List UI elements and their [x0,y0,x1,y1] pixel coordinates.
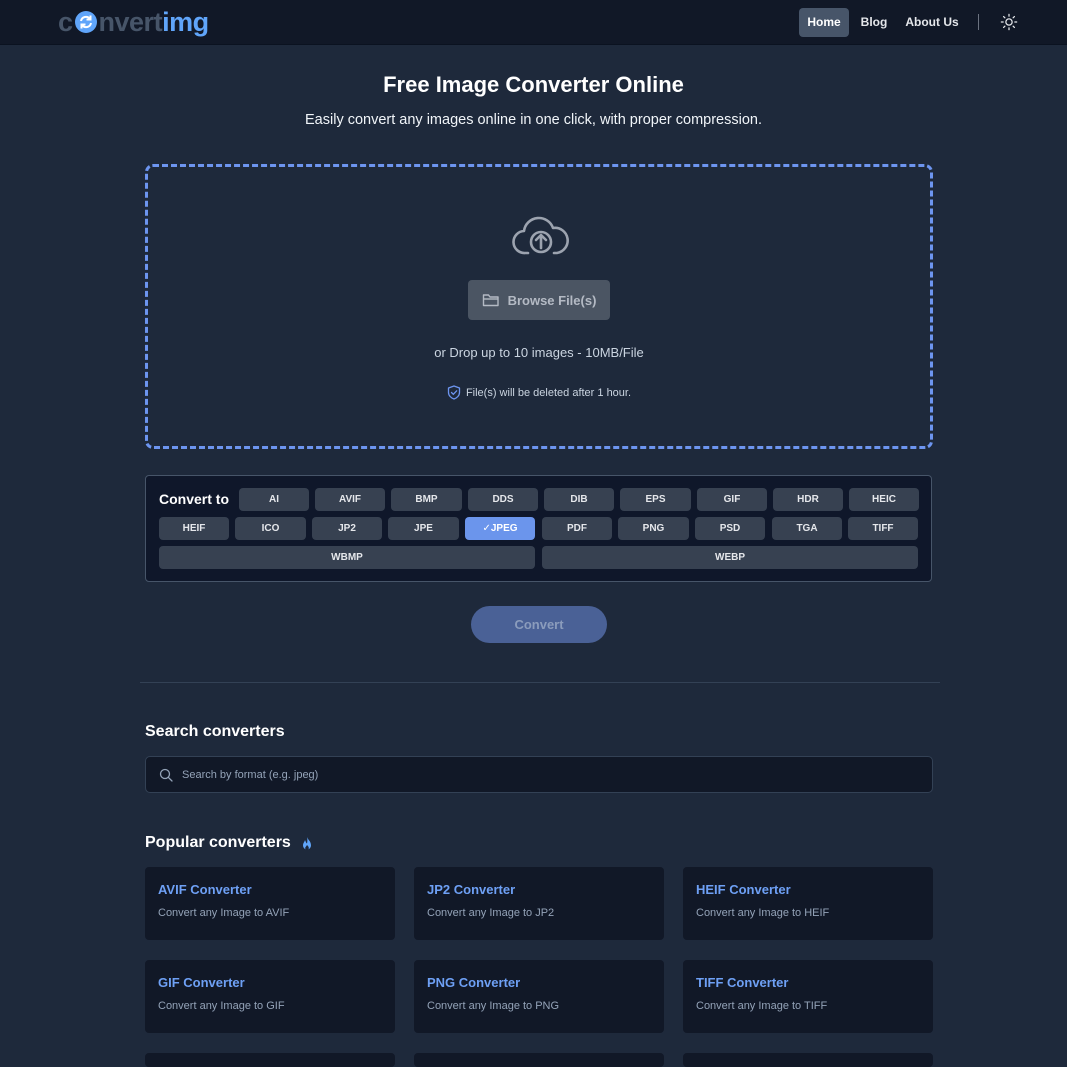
logo-text-part3: img [162,6,209,37]
section-divider [140,682,940,683]
format-ai[interactable]: AI [239,488,309,511]
format-avif[interactable]: AVIF [315,488,385,511]
converter-card[interactable] [145,1053,395,1067]
card-title: HEIF Converter [696,882,791,897]
drop-instructions: or Drop up to 10 images - 10MB/File [434,345,644,360]
card-description: Convert any Image to JP2 [427,907,555,919]
format-eps[interactable]: EPS [620,488,691,511]
format-jpe[interactable]: JPE [388,517,459,540]
converter-card[interactable]: HEIF Converter Convert any Image to HEIF [683,867,933,940]
card-description: Convert any Image to GIF [158,1000,285,1012]
card-description: Convert any Image to AVIF [158,907,290,919]
converter-card[interactable]: JP2 Converter Convert any Image to JP2 [414,867,664,940]
converter-card[interactable] [683,1053,933,1067]
format-dds[interactable]: DDS [468,488,538,511]
sun-icon[interactable] [1000,13,1018,31]
converter-card[interactable] [414,1053,664,1067]
card-title: TIFF Converter [696,975,789,990]
format-webp[interactable]: WEBP [542,546,918,569]
card-description: Convert any Image to PNG [427,1000,560,1012]
converter-card[interactable]: AVIF Converter Convert any Image to AVIF [145,867,395,940]
converter-card[interactable]: GIF Converter Convert any Image to GIF [145,960,395,1033]
search-box [145,756,933,793]
page-title: Free Image Converter Online [383,72,684,97]
format-tiff[interactable]: TIFF [848,517,918,540]
browse-files-button[interactable]: Browse File(s) [468,280,610,320]
format-pdf[interactable]: PDF [542,517,612,540]
nav-separator [978,14,979,30]
format-bmp[interactable]: BMP [391,488,462,511]
logo[interactable]: c nvert img [58,6,209,38]
format-psd[interactable]: PSD [695,517,765,540]
search-icon [159,768,173,782]
convert-button[interactable]: Convert [471,606,607,643]
converter-card[interactable]: TIFF Converter Convert any Image to TIFF [683,960,933,1033]
browse-files-label: Browse File(s) [507,292,597,308]
refresh-cycle-icon [74,11,97,33]
file-dropzone[interactable]: Browse File(s) or Drop up to 10 images -… [145,164,933,449]
format-gif[interactable]: GIF [697,488,767,511]
deletion-notice-text: File(s) will be deleted after 1 hour. [465,386,632,399]
format-heic[interactable]: HEIC [849,488,919,511]
card-description: Convert any Image to HEIF [696,907,830,919]
nav-blog[interactable]: Blog [855,8,893,37]
card-title: AVIF Converter [158,882,252,897]
format-jpeg-selected[interactable]: ✓JPEG [465,517,535,540]
format-jp2[interactable]: JP2 [312,517,382,540]
format-dib[interactable]: DIB [544,488,614,511]
format-ico[interactable]: ICO [235,517,306,540]
format-hdr[interactable]: HDR [773,488,843,511]
logo-text-part1: c [58,6,73,37]
popular-section-title: Popular converters [145,834,291,851]
top-navbar: c nvert img Home Blog About Us [0,0,1067,45]
flame-icon [303,837,311,850]
search-input[interactable] [182,757,922,792]
page-subtitle: Easily convert any images online in one … [305,112,762,128]
folder-icon [482,294,499,307]
convert-to-panel: Convert to AI AVIF BMP DDS DIB EPS GIF H… [145,475,932,582]
card-title: JP2 Converter [427,882,516,897]
format-tga[interactable]: TGA [772,517,842,540]
search-section-title: Search converters [145,723,285,740]
cloud-upload-icon [512,216,569,255]
nav-home[interactable]: Home [799,8,849,37]
format-wbmp[interactable]: WBMP [159,546,535,569]
nav-about-us[interactable]: About Us [900,8,964,37]
logo-text-part2: nvert [98,6,163,37]
convert-to-label: Convert to [159,491,229,507]
shield-check-icon [447,385,461,400]
deletion-notice: File(s) will be deleted after 1 hour. [148,385,930,400]
format-heif[interactable]: HEIF [159,517,229,540]
converter-card[interactable]: PNG Converter Convert any Image to PNG [414,960,664,1033]
card-title: GIF Converter [158,975,245,990]
format-png[interactable]: PNG [618,517,689,540]
card-title: PNG Converter [427,975,521,990]
card-description: Convert any Image to TIFF [696,1000,828,1012]
